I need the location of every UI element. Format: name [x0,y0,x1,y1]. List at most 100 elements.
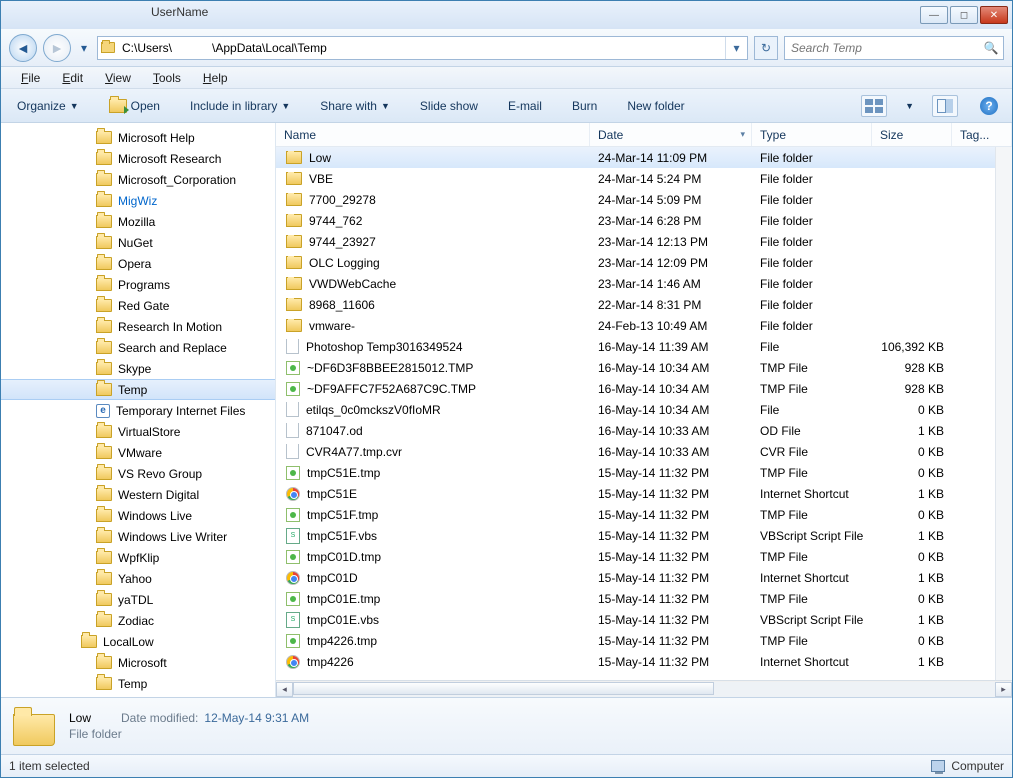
column-size[interactable]: Size [872,123,952,146]
organize-button[interactable]: Organize▼ [11,96,85,116]
column-name[interactable]: Name [276,123,590,146]
burn-button[interactable]: Burn [566,96,603,116]
menu-tools[interactable]: Tools [143,69,191,87]
refresh-button[interactable]: ↻ [754,36,778,60]
tree-item[interactable]: Temp [1,379,275,400]
file-row[interactable]: 871047.od16-May-14 10:33 AMOD File1 KB [276,420,995,441]
file-row[interactable]: tmp4226.tmp15-May-14 11:32 PMTMP File0 K… [276,630,995,651]
file-row[interactable]: tmpC01D.tmp15-May-14 11:32 PMTMP File0 K… [276,546,995,567]
tree-item[interactable]: Microsoft [1,652,275,673]
tree-item[interactable]: yaTDL [1,589,275,610]
tree-item[interactable]: Temp [1,673,275,694]
file-row[interactable]: 9744_2392723-Mar-14 12:13 PMFile folder [276,231,995,252]
file-row[interactable]: Low24-Mar-14 11:09 PMFile folder [276,147,995,168]
share-with-button[interactable]: Share with▼ [314,96,396,116]
address-input[interactable] [118,37,725,59]
tree-item[interactable]: VMware [1,442,275,463]
help-button[interactable]: ? [976,95,1002,117]
scroll-left-button[interactable]: ◂ [276,682,293,697]
preview-pane-button[interactable] [932,95,958,117]
address-dropdown[interactable]: ▾ [725,37,747,59]
maximize-button[interactable]: ◻ [950,6,978,24]
file-row[interactable]: etilqs_0c0mckszV0fIoMR16-May-14 10:34 AM… [276,399,995,420]
file-row[interactable]: CVR4A77.tmp.cvr16-May-14 10:33 AMCVR Fil… [276,441,995,462]
file-row[interactable]: VWDWebCache23-Mar-14 1:46 AMFile folder [276,273,995,294]
file-row[interactable]: tmp422615-May-14 11:32 PMInternet Shortc… [276,651,995,672]
search-input[interactable] [785,41,979,55]
tree-item[interactable]: Yahoo [1,568,275,589]
tree-item[interactable]: Windows Live Writer [1,526,275,547]
tree-item[interactable]: VS Revo Group [1,463,275,484]
folder-tree[interactable]: Microsoft HelpMicrosoft ResearchMicrosof… [1,123,276,697]
tree-item[interactable]: Mozilla [1,211,275,232]
search-icon[interactable]: 🔍 [979,41,1003,55]
folder-icon [286,235,302,248]
tree-item[interactable]: VirtualStore [1,421,275,442]
email-button[interactable]: E-mail [502,96,548,116]
tree-item[interactable]: Skype [1,358,275,379]
scroll-thumb[interactable] [293,682,714,695]
file-row[interactable]: tmpC01E.tmp15-May-14 11:32 PMTMP File0 K… [276,588,995,609]
column-type[interactable]: Type [752,123,872,146]
forward-button[interactable]: ► [43,34,71,62]
tree-item[interactable]: NuGet [1,232,275,253]
new-folder-button[interactable]: New folder [621,96,690,116]
tree-item[interactable]: Research In Motion [1,316,275,337]
file-row[interactable]: 7700_2927824-Mar-14 5:09 PMFile folder [276,189,995,210]
menu-view[interactable]: View [95,69,141,87]
tree-item[interactable]: LocalLow [1,631,275,652]
search-box[interactable]: 🔍 [784,36,1004,60]
tree-item[interactable]: eTemporary Internet Files [1,400,275,421]
horizontal-scrollbar[interactable]: ◂ ▸ [276,680,1012,697]
back-button[interactable]: ◄ [9,34,37,62]
view-mode-button[interactable] [861,95,887,117]
tree-item[interactable]: Microsoft_Corporation [1,169,275,190]
menu-file[interactable]: File [11,69,50,87]
file-list[interactable]: Low24-Mar-14 11:09 PMFile folderVBE24-Ma… [276,147,995,672]
menu-edit[interactable]: Edit [52,69,93,87]
folder-icon [96,383,112,396]
file-row[interactable]: tmpC51E15-May-14 11:32 PMInternet Shortc… [276,483,995,504]
tree-item[interactable]: Opera [1,253,275,274]
file-row[interactable]: tmpC01E.vbs15-May-14 11:32 PMVBScript Sc… [276,609,995,630]
file-row[interactable]: ~DF9AFFC7F52A687C9C.TMP16-May-14 10:34 A… [276,378,995,399]
tree-item[interactable]: WpfKlip [1,547,275,568]
file-row[interactable]: 8968_1160622-Mar-14 8:31 PMFile folder [276,294,995,315]
include-library-button[interactable]: Include in library▼ [184,96,296,116]
tree-item[interactable]: Search and Replace [1,337,275,358]
folder-icon [96,299,112,312]
tree-item[interactable]: Programs [1,274,275,295]
file-row[interactable]: 9744_76223-Mar-14 6:28 PMFile folder [276,210,995,231]
tree-item[interactable]: Microsoft Research [1,148,275,169]
file-row[interactable]: tmpC51E.tmp15-May-14 11:32 PMTMP File0 K… [276,462,995,483]
file-row[interactable]: VBE24-Mar-14 5:24 PMFile folder [276,168,995,189]
view-mode-dropdown[interactable]: ▼ [905,101,914,111]
history-dropdown[interactable]: ▾ [77,34,91,62]
column-tags[interactable]: Tag... [952,123,1012,146]
open-button[interactable]: Open [103,96,166,116]
scroll-track[interactable] [293,682,995,697]
file-row[interactable]: OLC Logging23-Mar-14 12:09 PMFile folder [276,252,995,273]
close-button[interactable]: ✕ [980,6,1008,24]
file-row[interactable]: tmpC51F.vbs15-May-14 11:32 PMVBScript Sc… [276,525,995,546]
file-type: Internet Shortcut [752,487,872,501]
file-row[interactable]: ~DF6D3F8BBEE2815012.TMP16-May-14 10:34 A… [276,357,995,378]
tree-item[interactable]: Red Gate [1,295,275,316]
file-row[interactable]: vmware-24-Feb-13 10:49 AMFile folder [276,315,995,336]
tree-item[interactable]: Western Digital [1,484,275,505]
menu-help[interactable]: Help [193,69,238,87]
minimize-button[interactable]: — [920,6,948,24]
column-date[interactable]: Date [590,123,752,146]
tree-item[interactable]: Microsoft Help [1,127,275,148]
tree-item[interactable]: MigWiz [1,190,275,211]
slideshow-button[interactable]: Slide show [414,96,484,116]
vertical-scrollbar[interactable] [995,147,1012,680]
file-row[interactable]: Photoshop Temp301634952416-May-14 11:39 … [276,336,995,357]
tree-item[interactable]: Zodiac [1,610,275,631]
tree-item[interactable]: Windows Live [1,505,275,526]
scroll-right-button[interactable]: ▸ [995,682,1012,697]
folder-icon [96,425,112,438]
file-row[interactable]: tmpC51F.tmp15-May-14 11:32 PMTMP File0 K… [276,504,995,525]
file-row[interactable]: tmpC01D15-May-14 11:32 PMInternet Shortc… [276,567,995,588]
address-bar[interactable]: ▾ [97,36,748,60]
